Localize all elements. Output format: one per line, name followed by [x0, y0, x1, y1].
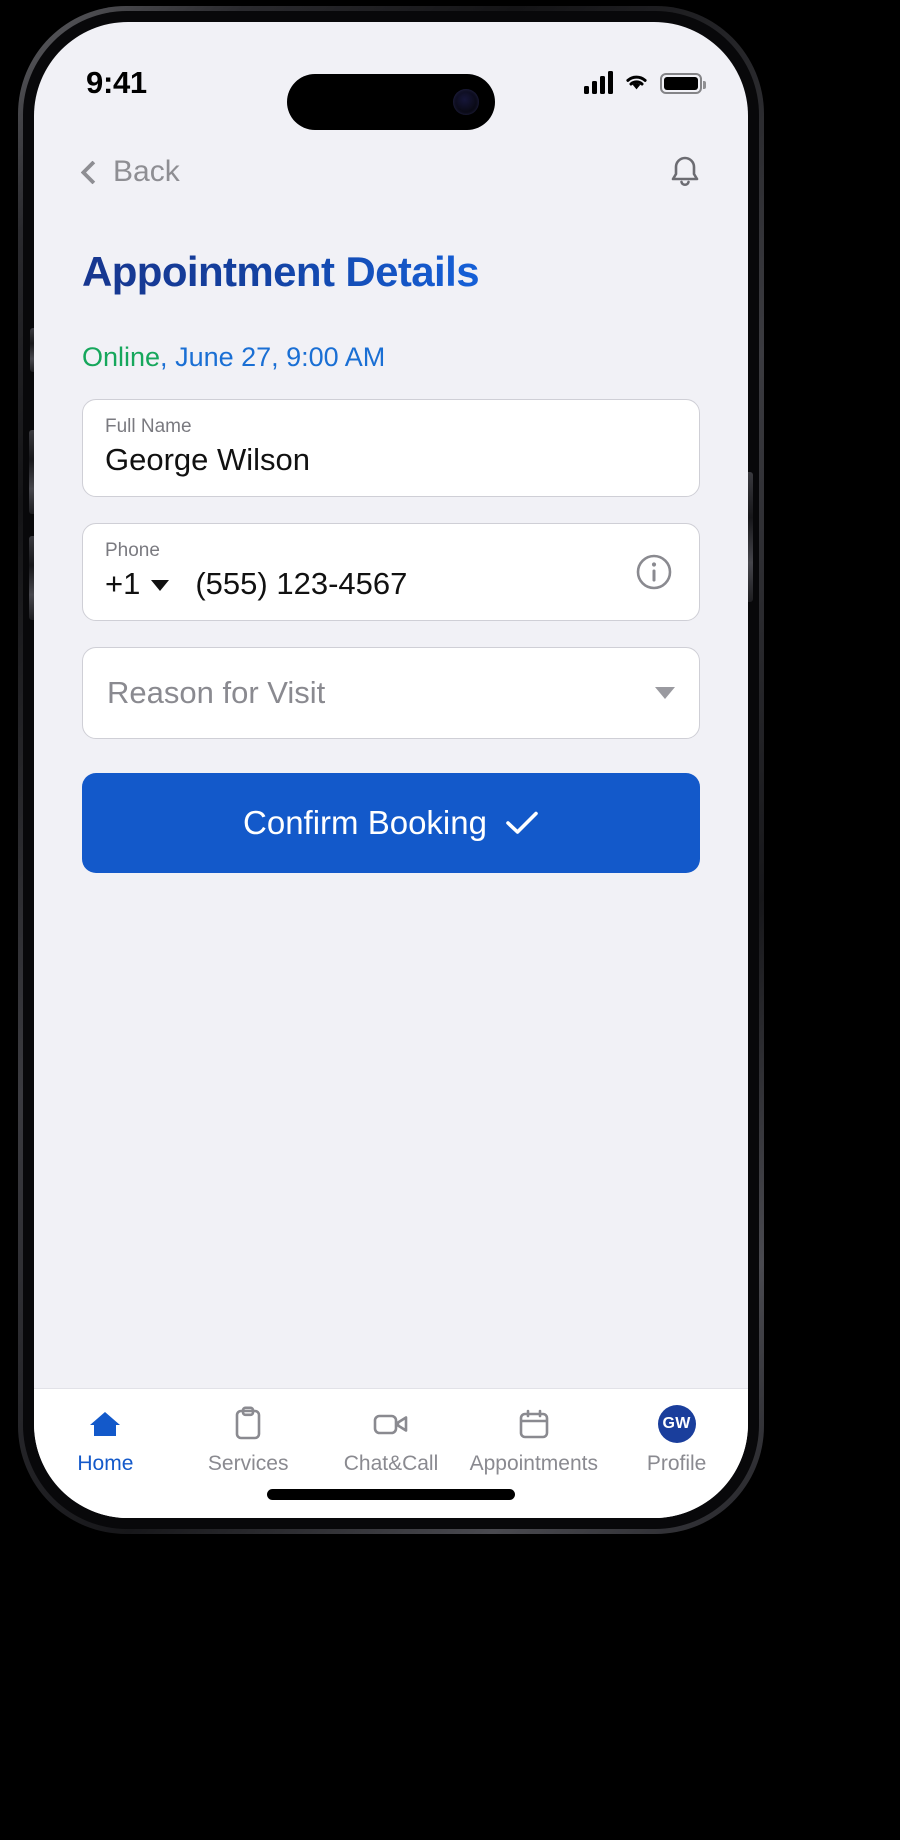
tab-chat-and-call[interactable]: Chat&Call [320, 1405, 463, 1476]
appointment-datetime: June 27, 9:00 AM [175, 342, 386, 372]
country-code-value[interactable]: +1 [105, 566, 140, 602]
reason-for-visit-select[interactable]: Reason for Visit [82, 647, 700, 739]
battery-full-icon [660, 72, 706, 94]
chevron-left-icon [80, 159, 105, 185]
front-camera-icon [453, 89, 479, 115]
appointment-separator: , [160, 342, 176, 372]
back-button[interactable]: Back [80, 155, 180, 189]
appointment-mode: Online [82, 342, 161, 372]
phone-number-input[interactable]: (555) 123-4567 [195, 566, 407, 602]
phone-device-frame: 9:41 Back Appointment Details Online, Ju… [18, 6, 764, 1534]
status-bar: 9:41 [34, 22, 748, 130]
navigation-bar: Back [34, 130, 748, 214]
reason-for-visit-placeholder: Reason for Visit [107, 675, 326, 710]
status-time: 9:41 [86, 65, 147, 100]
phone-row: +1 (555) 123-4567 [105, 566, 677, 602]
dynamic-island [287, 74, 495, 130]
confirm-booking-label: Confirm Booking [243, 804, 487, 841]
status-indicators [584, 71, 706, 96]
tab-home-label: Home [77, 1452, 134, 1475]
tab-appointments[interactable]: Appointments [462, 1405, 605, 1476]
confirm-booking-button[interactable]: Confirm Booking [82, 773, 700, 873]
avatar: GW [657, 1405, 696, 1443]
tab-profile-label: Profile [646, 1452, 707, 1475]
tab-chat-and-call-label: Chat&Call [343, 1452, 439, 1475]
clipboard-icon [233, 1405, 263, 1443]
wifi-icon [623, 71, 650, 96]
info-circle-icon[interactable] [633, 551, 675, 593]
full-name-field[interactable]: Full Name George Wilson [82, 399, 700, 497]
notifications-button[interactable] [668, 153, 702, 191]
check-icon [505, 810, 539, 836]
video-camera-icon [372, 1405, 410, 1443]
phone-field[interactable]: Phone +1 (555) 123-4567 [82, 523, 700, 621]
full-name-label: Full Name [105, 416, 192, 437]
phone-label: Phone [105, 540, 160, 561]
tab-services[interactable]: Services [177, 1405, 320, 1476]
page-title: Appointment Details [82, 248, 480, 295]
tab-profile[interactable]: GW Profile [605, 1405, 748, 1476]
full-name-input[interactable]: George Wilson [105, 442, 677, 478]
page-content: Appointment Details Online, June 27, 9:0… [34, 214, 748, 1388]
tab-home[interactable]: Home [34, 1405, 177, 1476]
chevron-down-icon [655, 687, 675, 699]
chevron-down-icon[interactable] [151, 580, 170, 591]
home-indicator[interactable] [267, 1489, 515, 1500]
tab-appointments-label: Appointments [469, 1452, 598, 1475]
phone-bezel: 9:41 Back Appointment Details Online, Ju… [23, 11, 759, 1529]
back-button-label: Back [113, 155, 180, 188]
appointment-summary: Online, June 27, 9:00 AM [82, 342, 700, 373]
cellular-signal-icon [584, 71, 613, 94]
avatar-icon: GW [657, 1405, 696, 1443]
home-icon [87, 1405, 123, 1443]
tab-services-label: Services [207, 1452, 289, 1475]
phone-screen: 9:41 Back Appointment Details Online, Ju… [34, 22, 748, 1518]
calendar-icon [518, 1405, 550, 1443]
